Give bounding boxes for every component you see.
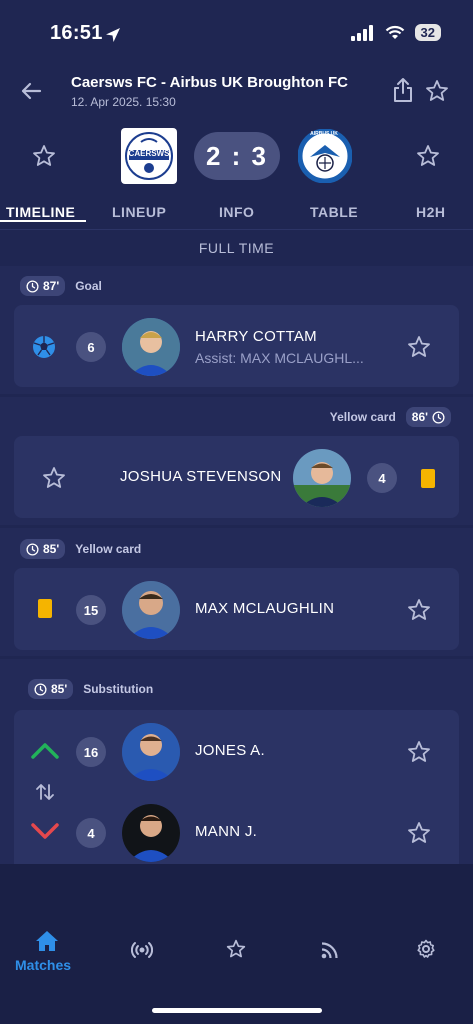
favorite-match-star-icon[interactable] (425, 79, 449, 103)
goal-minute: 87' (43, 279, 60, 293)
favorite-home-team-star-icon[interactable] (32, 144, 56, 168)
goal-event-type: Goal (75, 279, 102, 293)
player-photo-icon (122, 723, 180, 781)
yellow-home-player-name: MAX MCLAUGHLIN (195, 600, 335, 617)
yellow-away-event-card[interactable]: JOSHUA STEVENSON 4 (14, 436, 459, 518)
status-indicators: 32 (350, 24, 441, 41)
yellow-home-event-header: 85' Yellow card (20, 539, 141, 559)
tabs-divider (0, 229, 473, 230)
home-icon (36, 931, 58, 951)
sub-in-player-avatar (122, 723, 180, 781)
player-photo-icon (122, 581, 180, 639)
favorite-player-star-icon[interactable] (42, 466, 66, 490)
location-arrow-icon (106, 28, 120, 42)
clock-icon (26, 279, 39, 293)
substitution-event-header: 85' Substitution (28, 679, 153, 699)
tab-h2h[interactable]: H2H (416, 204, 446, 220)
match-score: 2 : 3 (194, 132, 280, 180)
tab-lineup[interactable]: LINEUP (112, 204, 166, 220)
home-team-logo[interactable]: CAERSWS (121, 128, 177, 184)
goal-assist: Assist: MAX MCLAUGHL... (195, 350, 364, 366)
sub-out-player-avatar (122, 804, 180, 862)
yellow-home-player-avatar (122, 581, 180, 639)
substitution-minute-badge: 85' (28, 679, 74, 699)
yellow-away-player-name: JOSHUA STEVENSON (120, 468, 282, 485)
substitution-event-card[interactable]: 16 JONES A. 4 MANN J. (14, 710, 459, 864)
yellow-away-minute: 86' (411, 410, 428, 424)
sub-out-player-number: 4 (76, 818, 106, 848)
yellow-away-player-avatar (293, 449, 351, 507)
goal-event-header: 87' Goal (20, 276, 102, 296)
tab-timeline[interactable]: TIMELINE (6, 204, 75, 220)
yellow-home-player-number: 15 (76, 595, 106, 625)
away-logo-text: AIRBUS UK (310, 131, 338, 137)
tab-table[interactable]: TABLE (310, 204, 358, 220)
sub-out-arrow-icon (31, 823, 59, 839)
favorite-player-star-icon[interactable] (407, 335, 431, 359)
settings-gear-icon[interactable] (416, 939, 436, 959)
clock-icon (34, 682, 47, 696)
sub-in-player-number: 16 (76, 737, 106, 767)
favorite-player-star-icon[interactable] (407, 821, 431, 845)
substitution-event-type: Substitution (83, 682, 154, 696)
battery-indicator: 32 (414, 24, 441, 41)
favorites-star-icon[interactable] (226, 939, 246, 959)
tab-info[interactable]: INFO (219, 204, 254, 220)
yellow-home-event-type: Yellow card (75, 542, 142, 556)
goal-player-name: HARRY COTTAM (195, 328, 317, 345)
live-broadcast-icon[interactable] (131, 939, 153, 961)
sub-out-player-name: MANN J. (195, 823, 258, 840)
match-tabs: TIMELINE LINEUP INFO TABLE H2H (0, 200, 473, 228)
player-photo-icon (122, 804, 180, 862)
news-feed-icon[interactable] (321, 941, 339, 959)
yellow-card-icon (421, 469, 435, 488)
sub-in-arrow-icon (31, 743, 59, 759)
home-indicator (152, 1008, 322, 1013)
clock-icon (432, 410, 445, 424)
yellow-away-player-number: 4 (367, 463, 397, 493)
yellow-home-minute: 85' (43, 542, 60, 556)
match-title: Caersws FC - Airbus UK Broughton FC (71, 74, 348, 91)
favorite-player-star-icon[interactable] (407, 598, 431, 622)
goal-minute-badge: 87' (20, 276, 66, 296)
favorite-player-star-icon[interactable] (407, 740, 431, 764)
wifi-icon (385, 25, 404, 39)
back-arrow-icon[interactable] (20, 80, 42, 102)
yellow-away-event-header: Yellow card 86' (330, 407, 451, 427)
goal-player-number: 6 (76, 332, 106, 362)
nav-matches[interactable]: Matches (10, 928, 84, 978)
yellow-away-minute-badge: 86' (405, 407, 451, 427)
player-photo-icon (293, 449, 351, 507)
airbus-crest-icon (298, 129, 352, 183)
swap-icon (36, 784, 54, 800)
away-team-logo[interactable]: AIRBUS UK (297, 128, 353, 184)
status-time: 16:51 (50, 22, 103, 44)
substitution-minute: 85' (51, 682, 68, 696)
full-time-label: FULL TIME (198, 240, 275, 256)
yellow-home-event-card[interactable]: 15 MAX MCLAUGHLIN (14, 568, 459, 650)
share-icon[interactable] (392, 77, 414, 103)
signal-icon (350, 24, 373, 41)
home-logo-text: CAERSWS (128, 149, 170, 158)
sub-in-player-name: JONES A. (195, 742, 265, 759)
player-photo-icon (122, 318, 180, 376)
goal-player-avatar (122, 318, 180, 376)
yellow-away-event-type: Yellow card (329, 410, 396, 424)
match-date: 12. Apr 2025. 15:30 (71, 95, 176, 109)
bottom-navigation: Matches (0, 864, 473, 1024)
goal-event-card[interactable]: 6 HARRY COTTAM Assist: MAX MCLAUGHL... (14, 305, 459, 387)
active-tab-indicator (0, 220, 86, 222)
clock-icon (26, 542, 39, 556)
nav-matches-label: Matches (15, 957, 72, 973)
favorite-away-team-star-icon[interactable] (416, 144, 440, 168)
yellow-home-minute-badge: 85' (20, 539, 66, 559)
football-icon (33, 336, 55, 358)
yellow-card-icon (38, 599, 52, 618)
